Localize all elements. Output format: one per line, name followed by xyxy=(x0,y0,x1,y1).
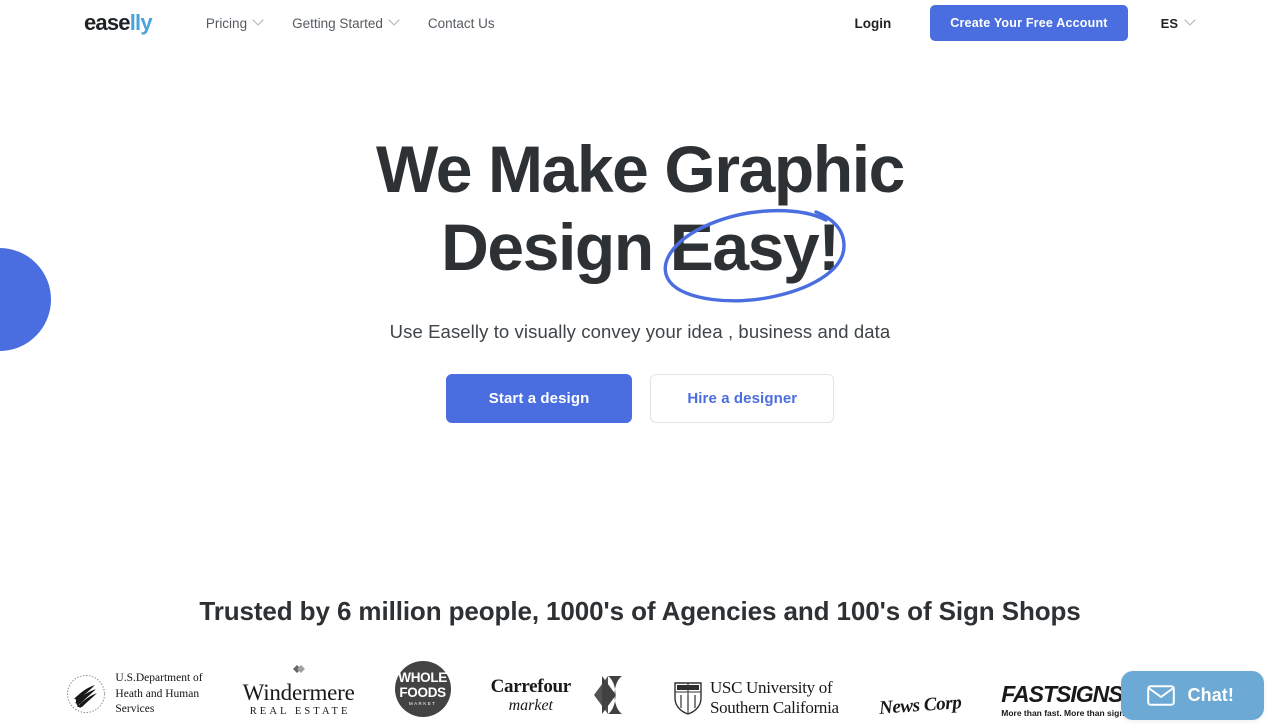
trusted-by-section: Trusted by 6 million people, 1000's of A… xyxy=(0,596,1280,719)
whole-foods-badge: WHOLE FOODS MARKET xyxy=(394,661,451,717)
client-logo-hhs: U.S.Department of Heath and Human Servic… xyxy=(66,659,203,717)
hire-a-designer-button[interactable]: Hire a designer xyxy=(650,373,835,423)
whole-foods-line-1: WHOLE xyxy=(398,670,447,686)
client-logo-news-corp: News Corp xyxy=(878,659,962,719)
usc-shield-icon xyxy=(674,681,702,715)
windermere-logo-subtitle: REAL ESTATE xyxy=(249,705,351,717)
hero-subtitle: Use Easelly to visually convey your idea… xyxy=(389,320,891,342)
whole-foods-line-3: MARKET xyxy=(408,700,437,706)
nav-item-getting-started[interactable]: Getting Started xyxy=(292,14,400,31)
chat-widget-button[interactable]: Chat! xyxy=(1120,671,1264,720)
usc-logo-line-1: USC University of xyxy=(709,678,833,698)
language-selector-label: ES xyxy=(1160,15,1178,31)
hhs-logo-line-3: Services xyxy=(115,702,155,715)
nav-item-pricing[interactable]: Pricing xyxy=(205,14,264,31)
client-logo-windermere: Windermere REAL ESTATE xyxy=(243,659,355,717)
hhs-logo-line-2: Heath and Human xyxy=(115,687,200,700)
hhs-logo-line-1: U.S.Department of xyxy=(115,672,203,685)
envelope-icon xyxy=(1146,685,1175,706)
nav-item-pricing-label: Pricing xyxy=(205,15,248,31)
nav-item-getting-started-label: Getting Started xyxy=(292,15,383,31)
hero-headline-prefix: Design xyxy=(441,209,670,284)
login-link[interactable]: Login xyxy=(855,16,892,31)
nav-item-contact-us-label: Contact Us xyxy=(427,15,495,31)
whole-foods-line-2: FOODS xyxy=(399,684,446,700)
nav-links: Pricing Getting Started Contact Us xyxy=(205,14,495,31)
chat-widget-label: Chat! xyxy=(1187,685,1234,705)
hero-button-group: Start a design Hire a designer xyxy=(0,373,1280,423)
client-logo-usc: USC University of Southern California xyxy=(672,659,839,717)
create-free-account-button[interactable]: Create Your Free Account xyxy=(930,5,1128,41)
hhs-logo-text: U.S.Department of Heath and Human Servic… xyxy=(115,671,202,717)
chevron-down-icon xyxy=(252,14,264,26)
logo-text-accent: lly xyxy=(129,10,153,35)
nav-item-contact-us[interactable]: Contact Us xyxy=(428,16,495,31)
client-logo-fastsigns: FASTSIGNS More than fast. More than sign… xyxy=(1001,659,1131,717)
fastsigns-tagline: More than fast. More than signs. xyxy=(1001,707,1132,718)
page-root: easelly Pricing Getting Started Contact … xyxy=(0,0,1280,728)
carrefour-mark-icon xyxy=(593,676,622,714)
chevron-down-icon xyxy=(1184,14,1196,26)
hero-headline-line-2: Design Easy! xyxy=(376,208,904,303)
hero-headline: We Make Graphic Design Easy! xyxy=(376,131,905,303)
fastsigns-wordmark: FASTSIGNS xyxy=(1001,680,1123,707)
windermere-logo-name: Windermere xyxy=(242,679,355,705)
usc-logo-line-2: Southern California xyxy=(709,697,839,717)
nav-right-group: Login Create Your Free Account ES xyxy=(855,5,1196,41)
hero-headline-highlight-wrap: Easy! xyxy=(663,208,846,303)
start-a-design-button[interactable]: Start a design xyxy=(445,373,633,423)
top-navigation-bar: easelly Pricing Getting Started Contact … xyxy=(0,0,1280,46)
windermere-diamond-icon xyxy=(243,663,355,679)
hero-headline-line-1: We Make Graphic xyxy=(376,132,905,206)
carrefour-logo-line-2: market xyxy=(508,696,553,714)
logo-text-primary: ease xyxy=(84,10,131,35)
client-logo-carrefour: Carrefour market xyxy=(491,659,632,717)
client-logo-whole-foods: WHOLE FOODS MARKET xyxy=(394,659,451,717)
client-logo-strip: U.S.Department of Heath and Human Servic… xyxy=(0,659,1280,719)
chevron-down-icon xyxy=(388,14,400,26)
news-corp-wordmark: News Corp xyxy=(878,692,962,719)
trusted-by-title: Trusted by 6 million people, 1000's of A… xyxy=(199,596,1081,626)
hhs-seal-icon xyxy=(67,675,106,714)
language-selector[interactable]: ES xyxy=(1160,14,1196,31)
carrefour-logo-line-1: Carrefour xyxy=(490,675,572,697)
easelly-logo[interactable]: easelly xyxy=(84,10,153,35)
hero-headline-highlight: Easy! xyxy=(669,209,841,284)
hero-section: We Make Graphic Design Easy! Use Easelly… xyxy=(0,46,1280,423)
